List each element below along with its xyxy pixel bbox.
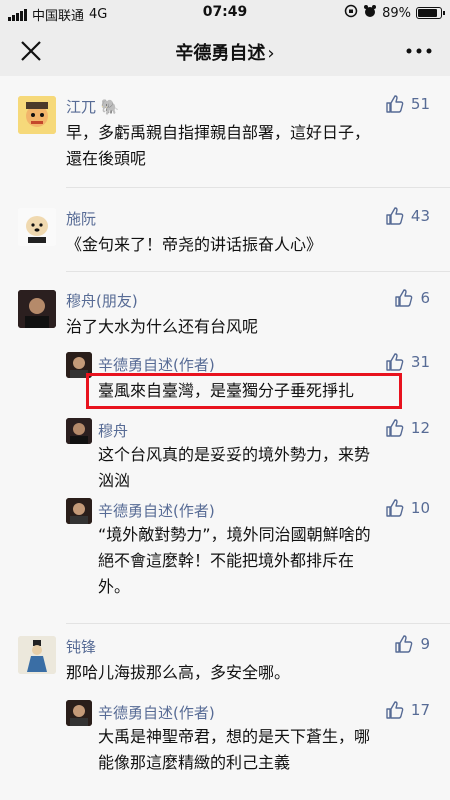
cartoon-avatar-icon [18,96,56,134]
comment-line: 《金句来了！帝尧的讲话振奋人心》 [66,235,323,254]
like-count: 10 [410,499,430,517]
reply-line: 大禹是神聖帝君，想的是天下蒼生，哪 [98,727,371,746]
reply-name[interactable]: 辛德勇自述(作者) [98,500,215,521]
comment-line: 治了大水为什么还有台风呢 [66,317,259,336]
chevron-right-icon: › [267,43,275,64]
thumbs-up-icon [386,95,404,113]
thumbs-up-icon [386,701,404,719]
more-icon [406,48,432,54]
reply-line: 絕不會這麼幹！不能把境外都排斥在 [98,551,355,570]
like-count: 12 [410,419,430,437]
reply-name[interactable]: 穆舟 [98,420,128,441]
like-button[interactable]: 51 [385,94,430,114]
status-bar: 中国联通 4G 07:49 89% [0,0,450,26]
comment-line: 還在後頭呢 [66,149,147,168]
alarm-icon [363,4,377,22]
like-button[interactable]: 9 [394,634,430,654]
comment-line: 早，多虧禹親自指揮親自部署，這好日子， [66,123,371,142]
reply-avatar[interactable] [66,700,92,726]
person-avatar-icon [66,418,92,444]
more-button[interactable] [404,39,434,63]
red-highlight-box [86,373,402,409]
page-title-text: 辛德勇自述 [175,43,266,64]
comment-text: 早，多虧禹親自指揮親自部署，這好日子， 還在後頭呢 [66,120,436,172]
like-button[interactable]: 10 [385,498,430,518]
nav-bar: 辛德勇自述 › [0,26,450,76]
avatar[interactable] [18,208,56,246]
thumbs-up-icon [386,419,404,437]
thumbs-up-icon [386,499,404,517]
reply-avatar[interactable] [66,498,92,524]
reply-line: 能像那這麼精緻的利己主義 [98,753,291,772]
commenter-name[interactable]: 钝锋 [66,636,96,657]
like-count: 43 [410,207,430,225]
commenter-name[interactable]: 施阮 [66,208,96,229]
avatar[interactable] [18,96,56,134]
like-button[interactable]: 31 [385,352,430,372]
comment-text: 治了大水为什么还有台风呢 [66,314,436,340]
status-right: 89% [344,4,445,22]
thumbs-up-icon [386,207,404,225]
comment-text: 那哈儿海拔那么高，多安全哪。 [66,660,436,686]
comment-feed[interactable]: 江兀 🐘 51 早，多虧禹親自指揮親自部署，這好日子， 還在後頭呢 施阮 43 … [0,76,450,800]
reply-line: 外。 [98,577,131,596]
reply-name[interactable]: 辛德勇自述(作者) [98,702,215,723]
elephant-emoji: 🐘 [100,98,120,116]
commenter-name-text: 江兀 [66,98,97,116]
reply-line: 汹汹 [98,471,131,490]
scholar-avatar-icon [18,636,56,674]
person-avatar-icon [18,290,56,328]
reply-text: 这个台风真的是妥妥的境外勢力，来势 汹汹 [98,442,428,494]
reply-text: “境外敵對勢力”，境外同治國朝鮮啥的 絕不會這麼幹！不能把境外都排斥在 外。 [98,522,428,600]
reply-line: “境外敵對勢力”，境外同治國朝鮮啥的 [98,525,371,544]
orientation-lock-icon [344,4,358,22]
like-button[interactable]: 43 [385,206,430,226]
comment-item: 江兀 🐘 51 早，多虧禹親自指揮親自部署，這好日子， 還在後頭呢 [0,76,450,188]
comment-item: 穆舟(朋友) 6 治了大水为什么还有台风呢 辛德勇自述(作者) 31 臺風來自臺… [0,272,450,624]
author-avatar-icon [66,700,92,726]
comment-line: 那哈儿海拔那么高，多安全哪。 [66,663,291,682]
reply-line: 这个台风真的是妥妥的境外勢力，来势 [98,445,371,464]
avatar[interactable] [18,636,56,674]
like-button[interactable]: 17 [385,700,430,720]
author-avatar-icon [66,498,92,524]
thumbs-up-icon [395,635,413,653]
like-button[interactable]: 6 [394,288,430,308]
reply-avatar[interactable] [66,418,92,444]
thumbs-up-icon [395,289,413,307]
comment-item: 施阮 43 《金句来了！帝尧的讲话振奋人心》 [0,188,450,272]
like-count: 6 [420,289,430,307]
like-button[interactable]: 12 [385,418,430,438]
avatar[interactable] [18,290,56,328]
dog-avatar-icon [18,208,56,246]
thumbs-up-icon [386,353,404,371]
like-count: 9 [420,635,430,653]
battery-icon [416,7,445,19]
battery-percent: 89% [382,5,411,21]
reply-text: 大禹是神聖帝君，想的是天下蒼生，哪 能像那這麼精緻的利己主義 [98,724,428,776]
comment-item: 钝锋 9 那哈儿海拔那么高，多安全哪。 辛德勇自述(作者) 17 大禹是神聖帝君… [0,624,450,800]
commenter-name[interactable]: 江兀 🐘 [66,96,119,117]
commenter-name[interactable]: 穆舟(朋友) [66,290,138,311]
page-title[interactable]: 辛德勇自述 › [0,39,450,65]
like-count: 51 [410,95,430,113]
reply-name[interactable]: 辛德勇自述(作者) [98,354,215,375]
like-count: 31 [410,353,430,371]
comment-text: 《金句来了！帝尧的讲话振奋人心》 [66,232,436,258]
like-count: 17 [410,701,430,719]
battery-fill [418,9,437,17]
